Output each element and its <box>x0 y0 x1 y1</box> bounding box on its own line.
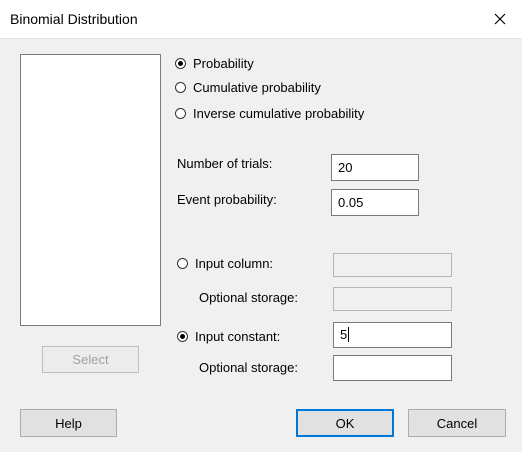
radio-inverse-label: Inverse cumulative probability <box>193 106 365 120</box>
radio-input-constant-indicator[interactable] <box>177 331 188 342</box>
input-constant-value: 5 <box>340 327 348 342</box>
trials-input[interactable]: 20 <box>331 154 419 181</box>
radio-probability[interactable]: Probability <box>175 56 254 71</box>
title-bar: Binomial Distribution <box>0 0 522 39</box>
radio-input-column[interactable]: Input column: <box>177 256 273 271</box>
ok-button[interactable]: OK <box>296 409 394 437</box>
radio-inverse-indicator[interactable] <box>175 108 186 119</box>
trials-label: Number of trials: <box>177 156 273 171</box>
select-button[interactable]: Select <box>42 346 139 373</box>
column-storage-field[interactable] <box>333 287 452 311</box>
radio-inverse-clip: Inverse cumulative probability <box>175 104 505 120</box>
radio-cumulative-label: Cumulative probability <box>193 80 321 95</box>
close-button[interactable] <box>478 0 522 38</box>
text-caret <box>348 327 350 342</box>
help-button[interactable]: Help <box>20 409 117 437</box>
input-constant-field[interactable]: 5 <box>333 322 452 348</box>
radio-input-column-indicator[interactable] <box>177 258 188 269</box>
constant-storage-field[interactable] <box>333 355 452 381</box>
event-probability-input[interactable]: 0.05 <box>331 189 419 216</box>
input-column-field[interactable] <box>333 253 452 277</box>
dialog-title: Binomial Distribution <box>10 11 138 27</box>
radio-cumulative-probability[interactable]: Cumulative probability <box>175 80 321 95</box>
radio-probability-label: Probability <box>193 56 254 71</box>
input-constant-label: Input constant: <box>195 329 281 344</box>
constant-storage-label: Optional storage: <box>199 360 299 375</box>
variable-list[interactable] <box>20 54 161 326</box>
radio-input-constant[interactable]: Input constant: <box>177 329 280 344</box>
cancel-button[interactable]: Cancel <box>408 409 506 437</box>
radio-inverse-cumulative-probability[interactable]: Inverse cumulative probability <box>175 106 364 120</box>
input-column-label: Input column: <box>195 256 274 271</box>
event-probability-label: Event probability: <box>177 192 277 207</box>
close-icon <box>494 13 506 25</box>
radio-probability-indicator[interactable] <box>175 58 186 69</box>
radio-cumulative-indicator[interactable] <box>175 82 186 93</box>
column-storage-label: Optional storage: <box>199 290 299 305</box>
